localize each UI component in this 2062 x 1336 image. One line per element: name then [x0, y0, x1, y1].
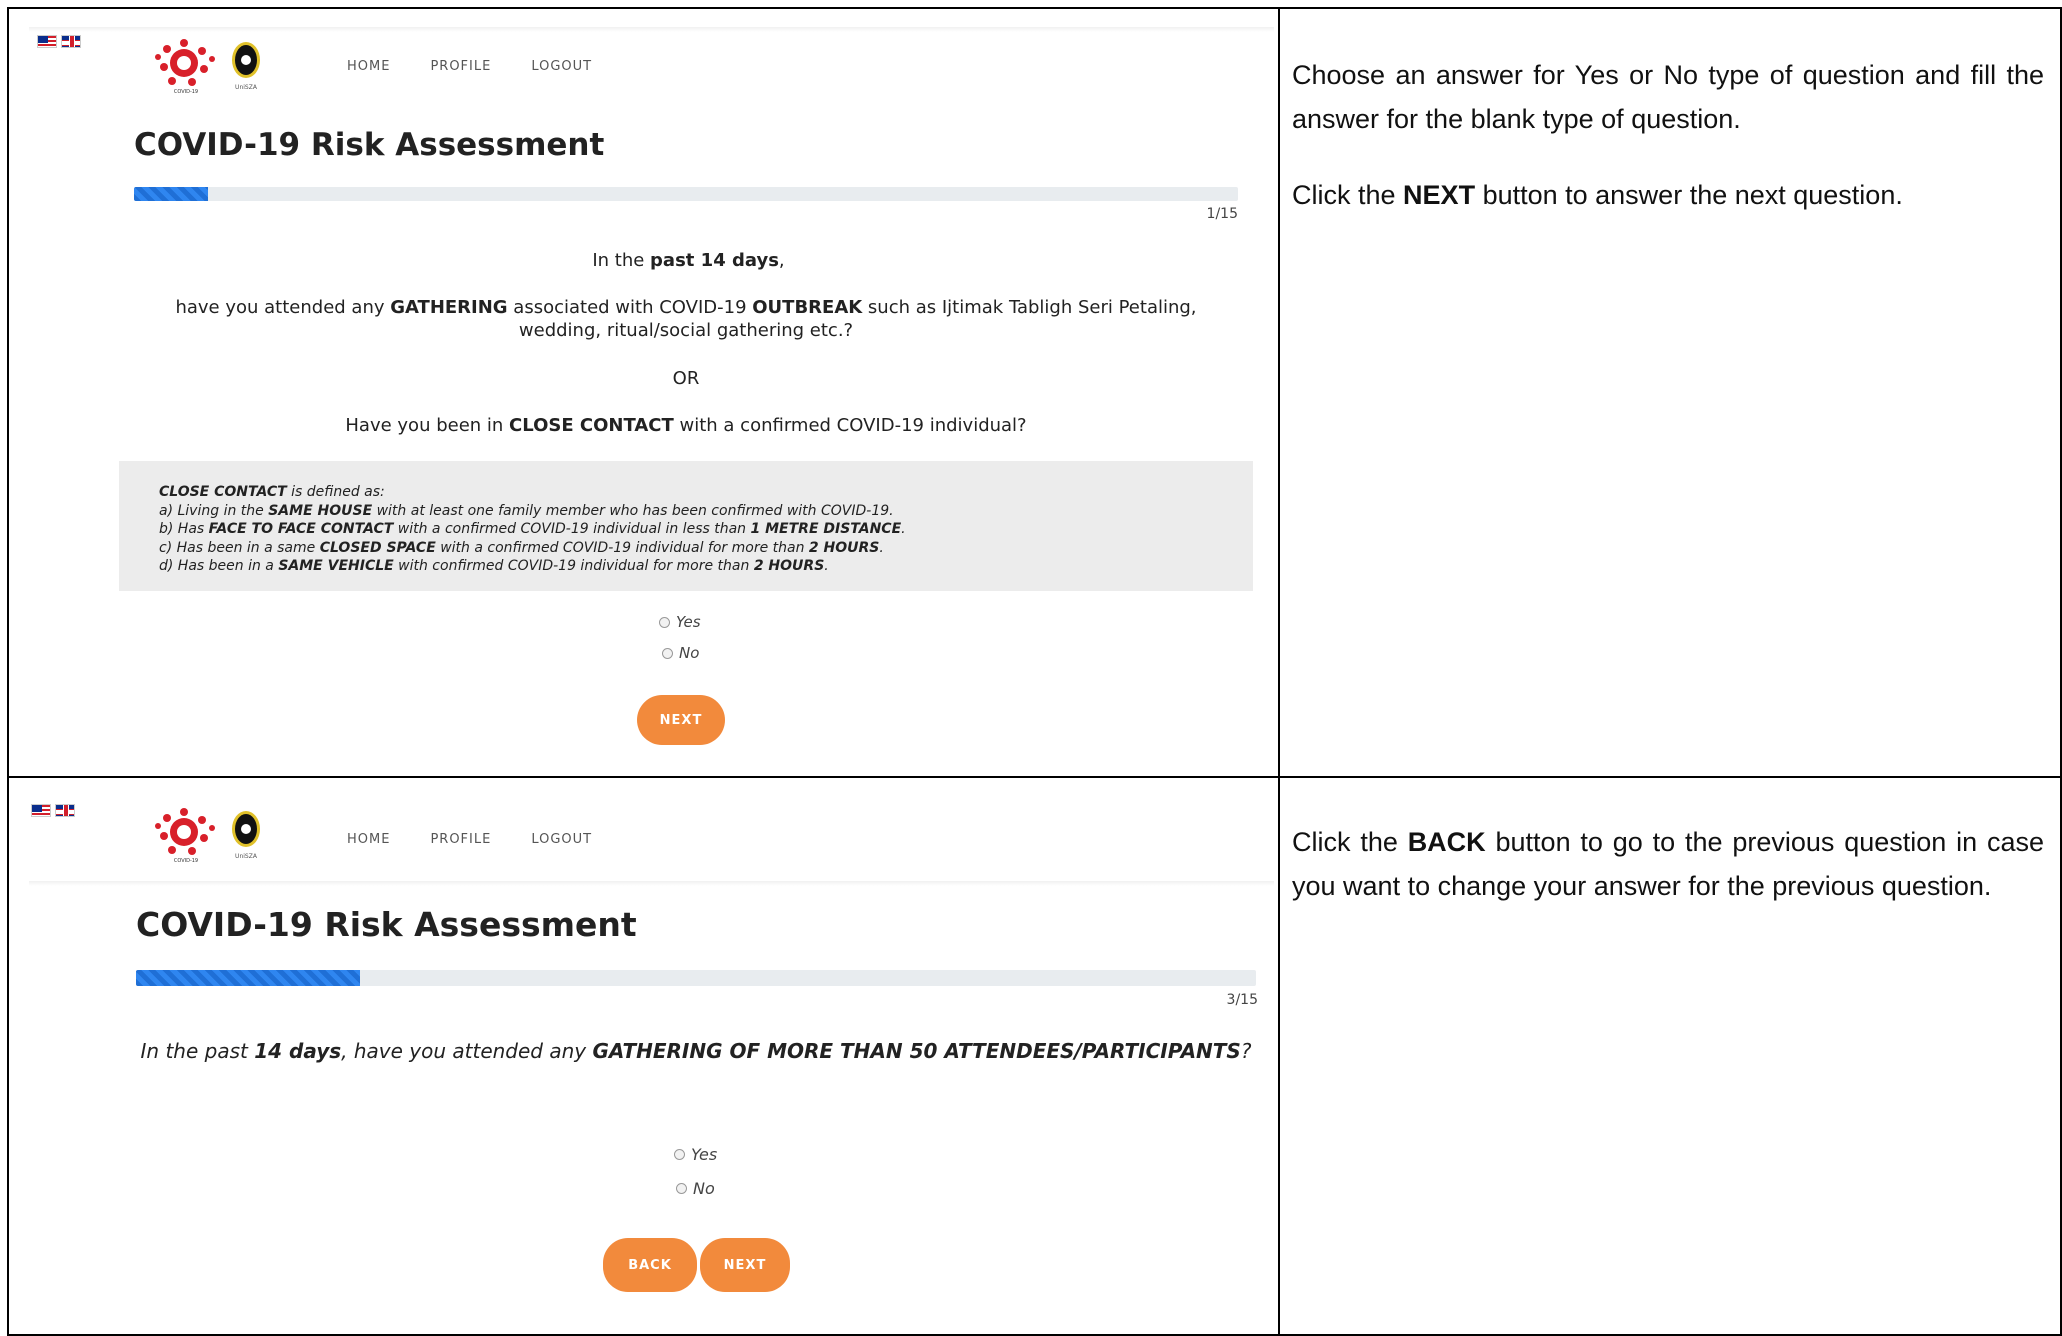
- option-no[interactable]: No: [676, 1179, 715, 1198]
- screenshot-panel-1: COVID-19 UniSZA HOME PROFILE LOGOUT COVI…: [7, 7, 1280, 778]
- next-button[interactable]: NEXT: [700, 1238, 790, 1292]
- option-no[interactable]: No: [662, 644, 699, 662]
- instruction-text-2: Click the BACK button to go to the previ…: [1292, 827, 2044, 901]
- page-title: COVID-19 Risk Assessment: [136, 905, 637, 944]
- malay-flag-icon[interactable]: [31, 804, 51, 817]
- close-contact-definition: CLOSE CONTACT is defined as: a) Living i…: [119, 461, 1253, 591]
- english-flag-icon[interactable]: [55, 804, 75, 817]
- malay-flag-icon[interactable]: [37, 35, 57, 48]
- nav-logout[interactable]: LOGOUT: [531, 832, 592, 847]
- unisza-logo-icon: UniSZA: [232, 811, 260, 860]
- progress-bar: [134, 187, 1238, 201]
- option-yes[interactable]: Yes: [674, 1145, 717, 1164]
- progress-bar: [136, 970, 1256, 986]
- question-gathering: have you attended any GATHERING associat…: [175, 297, 1197, 341]
- covid-logo-icon: COVID-19: [155, 39, 215, 95]
- instruction-panel-1: Choose an answer for Yes or No type of q…: [1278, 7, 2062, 778]
- language-flags: [31, 804, 75, 817]
- back-button[interactable]: BACK: [603, 1238, 697, 1292]
- next-button[interactable]: NEXT: [637, 695, 725, 745]
- header-logos: COVID-19 UniSZA: [154, 37, 264, 95]
- yes-radio[interactable]: [659, 616, 670, 628]
- question-close-contact: Have you been in CLOSE CONTACT with a co…: [345, 415, 1027, 436]
- covid-logo-icon: COVID-19: [155, 808, 215, 864]
- header-divider: [29, 881, 1274, 886]
- header-divider: [29, 27, 1274, 32]
- page-title: COVID-19 Risk Assessment: [134, 127, 605, 163]
- language-flags: [37, 35, 81, 48]
- instruction-panel-2: Click the BACK button to go to the previ…: [1278, 776, 2062, 1336]
- progress-count: 1/15: [1206, 206, 1238, 222]
- english-flag-icon[interactable]: [61, 35, 81, 48]
- svg-text:UniSZA: UniSZA: [235, 853, 258, 860]
- question-large-gathering: In the past 14 days, have you attended a…: [140, 1039, 1252, 1063]
- svg-text:COVID-19: COVID-19: [174, 858, 198, 864]
- option-yes[interactable]: Yes: [659, 613, 701, 631]
- nav-menu: HOME PROFILE LOGOUT: [347, 59, 592, 74]
- progress-count: 3/15: [1226, 992, 1258, 1008]
- progress-fill: [136, 970, 360, 986]
- instruction-text-1: Choose an answer for Yes or No type of q…: [1292, 60, 2044, 210]
- question-or: OR: [672, 368, 700, 389]
- svg-text:COVID-19: COVID-19: [174, 89, 198, 95]
- screenshot-panel-2: COVID-19 UniSZA HOME PROFILE LOGOUT COVI…: [7, 776, 1280, 1336]
- unisza-logo-icon: UniSZA: [232, 42, 260, 91]
- svg-text:UniSZA: UniSZA: [235, 84, 258, 91]
- nav-profile[interactable]: PROFILE: [430, 59, 491, 74]
- question-intro: In the past 14 days,: [592, 250, 785, 271]
- nav-home[interactable]: HOME: [347, 59, 390, 74]
- progress-fill: [134, 187, 208, 201]
- nav-menu: HOME PROFILE LOGOUT: [347, 832, 592, 847]
- no-radio[interactable]: [662, 647, 673, 659]
- nav-logout[interactable]: LOGOUT: [531, 59, 592, 74]
- header-logos: COVID-19 UniSZA: [154, 806, 264, 864]
- yes-radio[interactable]: [674, 1149, 685, 1160]
- nav-profile[interactable]: PROFILE: [430, 832, 491, 847]
- no-radio[interactable]: [676, 1183, 687, 1194]
- nav-home[interactable]: HOME: [347, 832, 390, 847]
